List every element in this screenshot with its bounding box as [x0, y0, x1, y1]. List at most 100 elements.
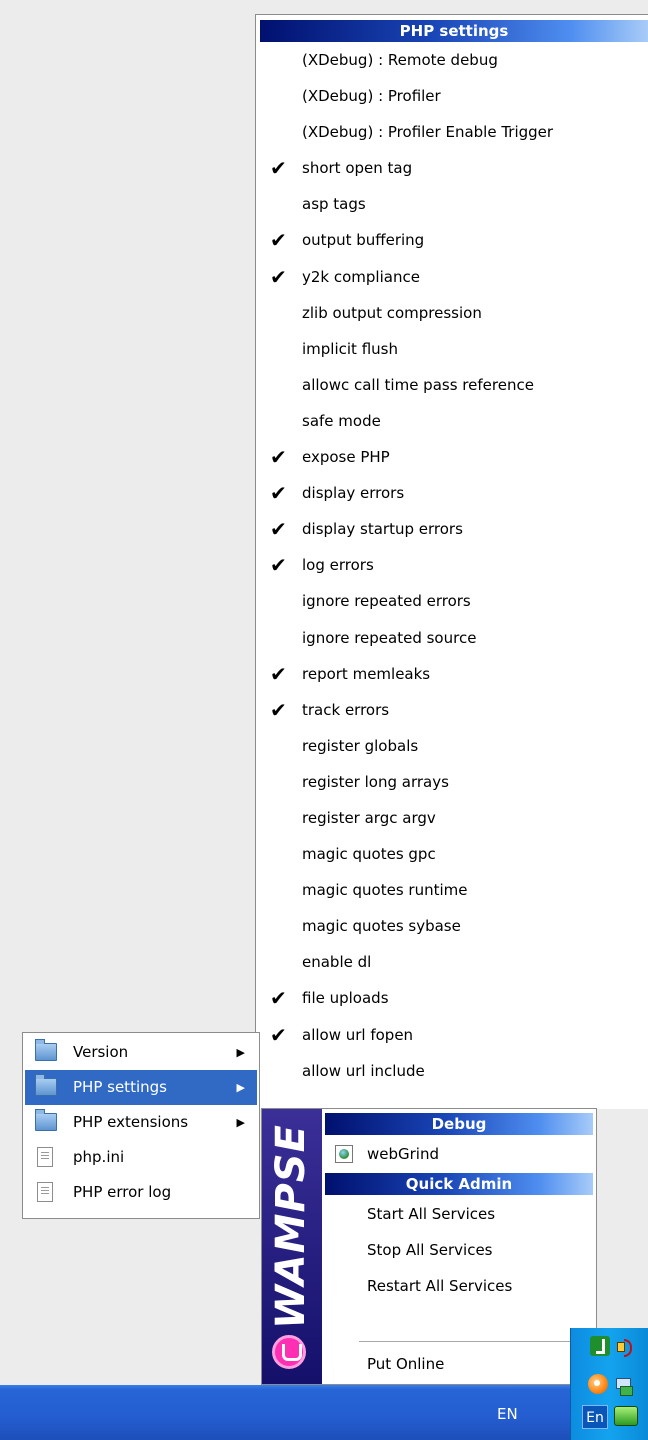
- network-icon[interactable]: [614, 1376, 634, 1396]
- checkmark-icon: ✔: [270, 697, 287, 722]
- menu-item-remote-debug[interactable]: (XDebug) : Remote debug: [256, 42, 648, 78]
- checkmark-icon: ✔: [270, 1022, 287, 1047]
- wamp-tray-icon[interactable]: [590, 1336, 610, 1356]
- menu-item-label: PHP error log: [73, 1183, 172, 1201]
- menu-item-label: allow url include: [302, 1061, 425, 1080]
- submenu-arrow-icon: ▶: [236, 1046, 245, 1059]
- folder-icon: [35, 1039, 57, 1061]
- menu-item-magic-quotes-gpc[interactable]: magic quotes gpc: [256, 836, 648, 872]
- menu-item-register-argc-argv[interactable]: register argc argv: [256, 800, 648, 836]
- language-indicator[interactable]: EN: [497, 1404, 518, 1424]
- menu-item-label: register argc argv: [302, 808, 436, 827]
- checkmark-icon: ✔: [270, 228, 287, 253]
- file-icon: [37, 1182, 53, 1202]
- menu-item-label: short open tag: [302, 159, 413, 178]
- menu-item-y2k-compliance[interactable]: ✔ y2k compliance: [256, 259, 648, 295]
- menu-item-php-settings[interactable]: PHP settings ▶: [25, 1070, 257, 1105]
- php-menu: Version ▶ PHP settings ▶ PHP extensions …: [22, 1032, 260, 1219]
- menu-item-label: ignore repeated source: [302, 628, 477, 647]
- menu-item-track-errors[interactable]: ✔ track errors: [256, 692, 648, 728]
- menu-item-label: y2k compliance: [302, 267, 420, 286]
- menu-item-label: output buffering: [302, 231, 425, 250]
- menu-item-short-open-tag[interactable]: ✔ short open tag: [256, 150, 648, 186]
- menu-item-webgrind[interactable]: webGrind: [367, 1136, 439, 1172]
- menu-item-version[interactable]: Version ▶: [25, 1035, 257, 1070]
- menu-item-restart-all-services[interactable]: Restart All Services: [367, 1268, 512, 1304]
- battery-icon[interactable]: [614, 1406, 638, 1426]
- checkmark-icon: ✔: [270, 517, 287, 542]
- checkmark-icon: ✔: [270, 553, 287, 578]
- php-settings-submenu: PHP settings (XDebug) : Remote debug (XD…: [255, 14, 648, 1109]
- orange-app-icon[interactable]: [588, 1374, 608, 1394]
- menu-item-label: magic quotes gpc: [302, 845, 436, 864]
- menu-item-label: implicit flush: [302, 339, 398, 358]
- menu-item-display-errors[interactable]: ✔ display errors: [256, 475, 648, 511]
- menu-item-label: enable dl: [302, 953, 372, 972]
- menu-item-label: PHP settings: [73, 1078, 167, 1096]
- menu-item-label: (XDebug) : Profiler: [302, 87, 441, 106]
- menu-item-register-globals[interactable]: register globals: [256, 728, 648, 764]
- menu-item-enable-dl[interactable]: enable dl: [256, 944, 648, 980]
- menu-item-output-buffering[interactable]: ✔ output buffering: [256, 222, 648, 258]
- volume-icon[interactable]: [614, 1336, 634, 1357]
- menu-item-label: file uploads: [302, 989, 389, 1008]
- menu-item-magic-quotes-sybase[interactable]: magic quotes sybase: [256, 908, 648, 944]
- menu-item-label: asp tags: [302, 195, 366, 214]
- menu-item-allow-call-time-pass-reference[interactable]: allowc call time pass reference: [256, 367, 648, 403]
- checkmark-icon: ✔: [270, 661, 287, 686]
- php-settings-list: (XDebug) : Remote debug (XDebug) : Profi…: [256, 42, 648, 1089]
- menu-item-start-all-services[interactable]: Start All Services: [367, 1196, 495, 1232]
- menu-item-label: register globals: [302, 736, 419, 755]
- menu-item-profiler[interactable]: (XDebug) : Profiler: [256, 78, 648, 114]
- menu-item-php-extensions[interactable]: PHP extensions ▶: [25, 1105, 257, 1140]
- wamp-sidebar: WAMPSE: [262, 1109, 322, 1384]
- menu-item-display-startup-errors[interactable]: ✔ display startup errors: [256, 511, 648, 547]
- menu-item-label: register long arrays: [302, 772, 449, 791]
- submenu-arrow-icon: ▶: [236, 1081, 245, 1094]
- menu-item-profiler-enable-trigger[interactable]: (XDebug) : Profiler Enable Trigger: [256, 114, 648, 150]
- menu-item-register-long-arrays[interactable]: register long arrays: [256, 764, 648, 800]
- checkmark-icon: ✔: [270, 156, 287, 181]
- menu-item-magic-quotes-runtime[interactable]: magic quotes runtime: [256, 872, 648, 908]
- menu-item-implicit-flush[interactable]: implicit flush: [256, 331, 648, 367]
- menu-item-put-online[interactable]: Put Online: [367, 1346, 444, 1382]
- menu-item-label: safe mode: [302, 411, 381, 430]
- language-box[interactable]: En: [582, 1405, 608, 1429]
- menu-item-allow-url-include[interactable]: allow url include: [256, 1053, 648, 1089]
- menu-item-label: magic quotes sybase: [302, 917, 461, 936]
- checkmark-icon: ✔: [270, 986, 287, 1011]
- debug-header: Debug: [325, 1113, 593, 1135]
- wamp-tray-menu: WAMPSE Debug webGrind Quick Admin Start …: [261, 1108, 597, 1385]
- menu-item-stop-all-services[interactable]: Stop All Services: [367, 1232, 493, 1268]
- menu-item-label: allowc call time pass reference: [302, 375, 534, 394]
- folder-icon: [35, 1109, 57, 1131]
- menu-item-asp-tags[interactable]: asp tags: [256, 186, 648, 222]
- php-settings-header: PHP settings: [260, 20, 648, 42]
- quick-admin-header: Quick Admin: [325, 1173, 593, 1195]
- menu-item-expose-php[interactable]: ✔ expose PHP: [256, 439, 648, 475]
- menu-item-ignore-repeated-source[interactable]: ignore repeated source: [256, 620, 648, 656]
- menu-item-log-errors[interactable]: ✔ log errors: [256, 547, 648, 583]
- menu-item-zlib-output-compression[interactable]: zlib output compression: [256, 295, 648, 331]
- checkmark-icon: ✔: [270, 445, 287, 470]
- menu-item-label: display errors: [302, 484, 405, 503]
- menu-item-label: display startup errors: [302, 520, 463, 539]
- menu-item-php-ini[interactable]: php.ini: [25, 1140, 257, 1175]
- menu-item-safe-mode[interactable]: safe mode: [256, 403, 648, 439]
- menu-item-label: php.ini: [73, 1148, 125, 1166]
- menu-item-ignore-repeated-errors[interactable]: ignore repeated errors: [256, 583, 648, 619]
- menu-item-label: magic quotes runtime: [302, 881, 468, 900]
- taskbar: [0, 1385, 648, 1440]
- menu-item-allow-url-fopen[interactable]: ✔ allow url fopen: [256, 1017, 648, 1053]
- menu-item-php-error-log[interactable]: PHP error log: [25, 1175, 257, 1210]
- checkmark-icon: ✔: [270, 481, 287, 506]
- folder-icon: [35, 1074, 57, 1096]
- menu-item-file-uploads[interactable]: ✔ file uploads: [256, 980, 648, 1016]
- checkmark-icon: ✔: [270, 264, 287, 289]
- menu-item-report-memleaks[interactable]: ✔ report memleaks: [256, 656, 648, 692]
- menu-item-label: ignore repeated errors: [302, 592, 471, 611]
- menu-item-label: allow url fopen: [302, 1025, 414, 1044]
- file-icon: [37, 1147, 53, 1167]
- wamp-logo-icon: [272, 1335, 306, 1369]
- menu-item-label: (XDebug) : Remote debug: [302, 51, 498, 69]
